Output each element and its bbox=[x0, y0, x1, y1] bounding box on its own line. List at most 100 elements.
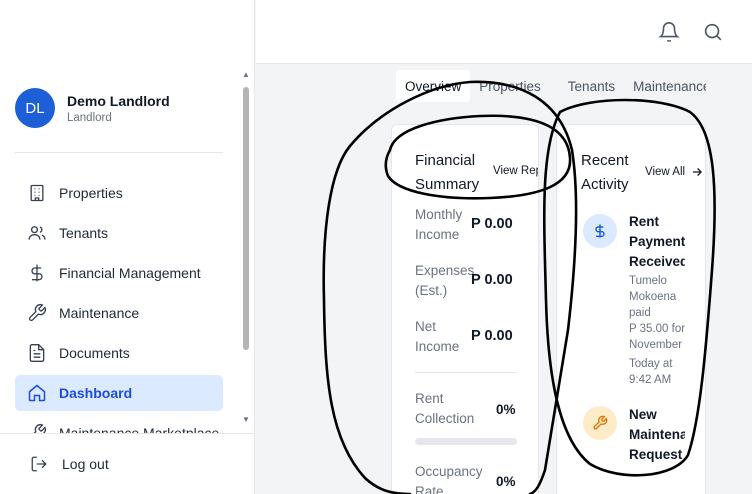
label-line: Collection bbox=[415, 411, 475, 426]
arrow-right-icon bbox=[692, 168, 703, 176]
title-line: New bbox=[629, 407, 657, 422]
payment-activity-icon bbox=[583, 214, 617, 248]
users-icon bbox=[28, 226, 46, 240]
net-income-value: P 0.00 bbox=[471, 328, 513, 344]
sidebar-scrollbar[interactable]: ▲ ▼ bbox=[241, 70, 251, 426]
monthly-income-value: P 0.00 bbox=[471, 216, 513, 232]
financial-summary-card: Financial Summary View Report Monthly In… bbox=[391, 124, 539, 494]
rent-collection-label: Rent Collection bbox=[415, 389, 485, 429]
scroll-up-icon[interactable]: ▲ bbox=[242, 70, 250, 79]
title-line: Activity bbox=[581, 176, 629, 193]
timestamp-line: 9:42 AM bbox=[629, 374, 672, 386]
view-report-link[interactable]: View Report bbox=[493, 165, 538, 177]
rent-collection-progress-bar bbox=[415, 438, 517, 445]
building-icon bbox=[30, 184, 44, 202]
expenses-value: P 0.00 bbox=[471, 272, 513, 288]
sidebar-item-properties[interactable]: Properties bbox=[15, 175, 223, 211]
expenses-label: Expenses (Est.) bbox=[415, 261, 475, 301]
title-line: Received bbox=[629, 254, 685, 269]
title-line: Payment bbox=[629, 234, 685, 249]
sidebar-item-financial-management[interactable]: Financial Management bbox=[15, 255, 223, 291]
desc-line: November bbox=[629, 339, 683, 351]
view-all-label: View All bbox=[645, 166, 686, 178]
sidebar-divider bbox=[15, 152, 223, 153]
dashboard-tabs: Overview Properties Tenants Maintenance bbox=[393, 67, 706, 105]
label-line: Monthly bbox=[415, 207, 463, 222]
tab-overview[interactable]: Overview bbox=[396, 70, 471, 102]
sidebar: DL Demo Landlord Landlord Properties Ten… bbox=[0, 0, 255, 494]
label-line: (Est.) bbox=[415, 283, 448, 298]
sidebar-item-dashboard[interactable]: Dashboard bbox=[15, 375, 223, 411]
user-profile[interactable]: DL Demo Landlord Landlord bbox=[15, 88, 170, 128]
rent-collection-value: 0% bbox=[496, 402, 516, 417]
dollar-icon bbox=[595, 224, 605, 238]
title-line: Summary bbox=[415, 176, 480, 193]
logout-label: Log out bbox=[62, 456, 109, 472]
scroll-down-icon[interactable]: ▼ bbox=[242, 415, 250, 424]
sidebar-item-label: Maintenance bbox=[59, 305, 140, 321]
title-line: Recent bbox=[581, 152, 629, 169]
activity-description: Tumelo Mokoena paid P 35.00 for November bbox=[629, 273, 685, 353]
title-line: Maintenance bbox=[629, 427, 685, 442]
user-info: Demo Landlord Landlord bbox=[67, 93, 170, 124]
top-header bbox=[256, 0, 752, 64]
occupancy-rate-label: Occupancy Rate bbox=[415, 462, 489, 494]
user-role: Landlord bbox=[67, 111, 112, 124]
net-income-label: Net Income bbox=[415, 317, 475, 357]
wrench-icon bbox=[593, 415, 608, 430]
desc-line: Tumelo bbox=[629, 275, 667, 287]
sidebar-item-label: Documents bbox=[59, 345, 130, 361]
label-line: Rate bbox=[415, 484, 444, 494]
title-line: Rent bbox=[629, 214, 659, 229]
activity-timestamp: Today at 9:42 AM bbox=[629, 356, 685, 388]
user-name: Demo Landlord bbox=[67, 92, 170, 109]
recent-activity-title: Recent Activity bbox=[581, 149, 629, 197]
dollar-icon bbox=[31, 264, 43, 282]
timestamp-line: Today at bbox=[629, 358, 673, 370]
desc-line: Mokoena bbox=[629, 291, 677, 303]
marketplace-icon bbox=[33, 424, 46, 433]
search-icon[interactable] bbox=[702, 21, 724, 43]
sidebar-item-maintenance-marketplace[interactable]: Maintenance Marketplace bbox=[15, 415, 223, 433]
avatar: DL bbox=[15, 88, 55, 128]
app: DL Demo Landlord Landlord Properties Ten… bbox=[0, 0, 752, 494]
sidebar-item-tenants[interactable]: Tenants bbox=[15, 215, 223, 251]
sidebar-item-label: Tenants bbox=[59, 225, 109, 241]
desc-line: paid bbox=[629, 307, 651, 319]
sidebar-item-label: Maintenance Marketplace bbox=[59, 425, 220, 433]
sidebar-nav: Properties Tenants Financial Management … bbox=[15, 175, 223, 433]
label-line: Income bbox=[415, 227, 460, 242]
logout-icon bbox=[31, 456, 47, 472]
monthly-income-label: Monthly Income bbox=[415, 205, 475, 245]
home-icon bbox=[28, 384, 46, 402]
sidebar-item-documents[interactable]: Documents bbox=[15, 335, 223, 371]
sidebar-item-maintenance[interactable]: Maintenance bbox=[15, 295, 223, 331]
tab-properties[interactable]: Properties bbox=[470, 70, 550, 102]
wrench-icon bbox=[28, 304, 46, 322]
bell-icon[interactable] bbox=[658, 21, 680, 43]
tab-maintenance[interactable]: Maintenance bbox=[624, 70, 706, 102]
label-line: Expenses bbox=[415, 263, 475, 278]
title-line: Financial bbox=[415, 152, 476, 169]
maintenance-activity-icon bbox=[583, 406, 617, 440]
sidebar-item-label: Dashboard bbox=[59, 385, 133, 401]
occupancy-rate-value: 0% bbox=[496, 474, 516, 489]
activity-title[interactable]: New Maintenance Request bbox=[629, 405, 685, 465]
view-all-link[interactable]: View All bbox=[645, 165, 704, 179]
activity-title[interactable]: Rent Payment Received bbox=[629, 212, 685, 272]
scroll-thumb[interactable] bbox=[243, 87, 249, 350]
label-line: Rent bbox=[415, 391, 444, 406]
document-icon bbox=[29, 344, 45, 362]
sidebar-item-label: Properties bbox=[59, 185, 123, 201]
label-line: Net bbox=[415, 319, 437, 334]
recent-activity-card: Recent Activity View All Rent Payment Re… bbox=[556, 124, 706, 494]
desc-line: P 35.00 for bbox=[629, 323, 685, 335]
title-line: Request bbox=[629, 447, 683, 462]
tab-tenants[interactable]: Tenants bbox=[550, 70, 624, 102]
sidebar-item-label: Financial Management bbox=[59, 265, 201, 281]
label-line: Occupancy bbox=[415, 464, 483, 479]
financial-summary-title: Financial Summary bbox=[415, 149, 479, 197]
metric-divider bbox=[415, 372, 517, 373]
logout-button[interactable]: Log out bbox=[0, 433, 255, 494]
label-line: Income bbox=[415, 339, 460, 354]
